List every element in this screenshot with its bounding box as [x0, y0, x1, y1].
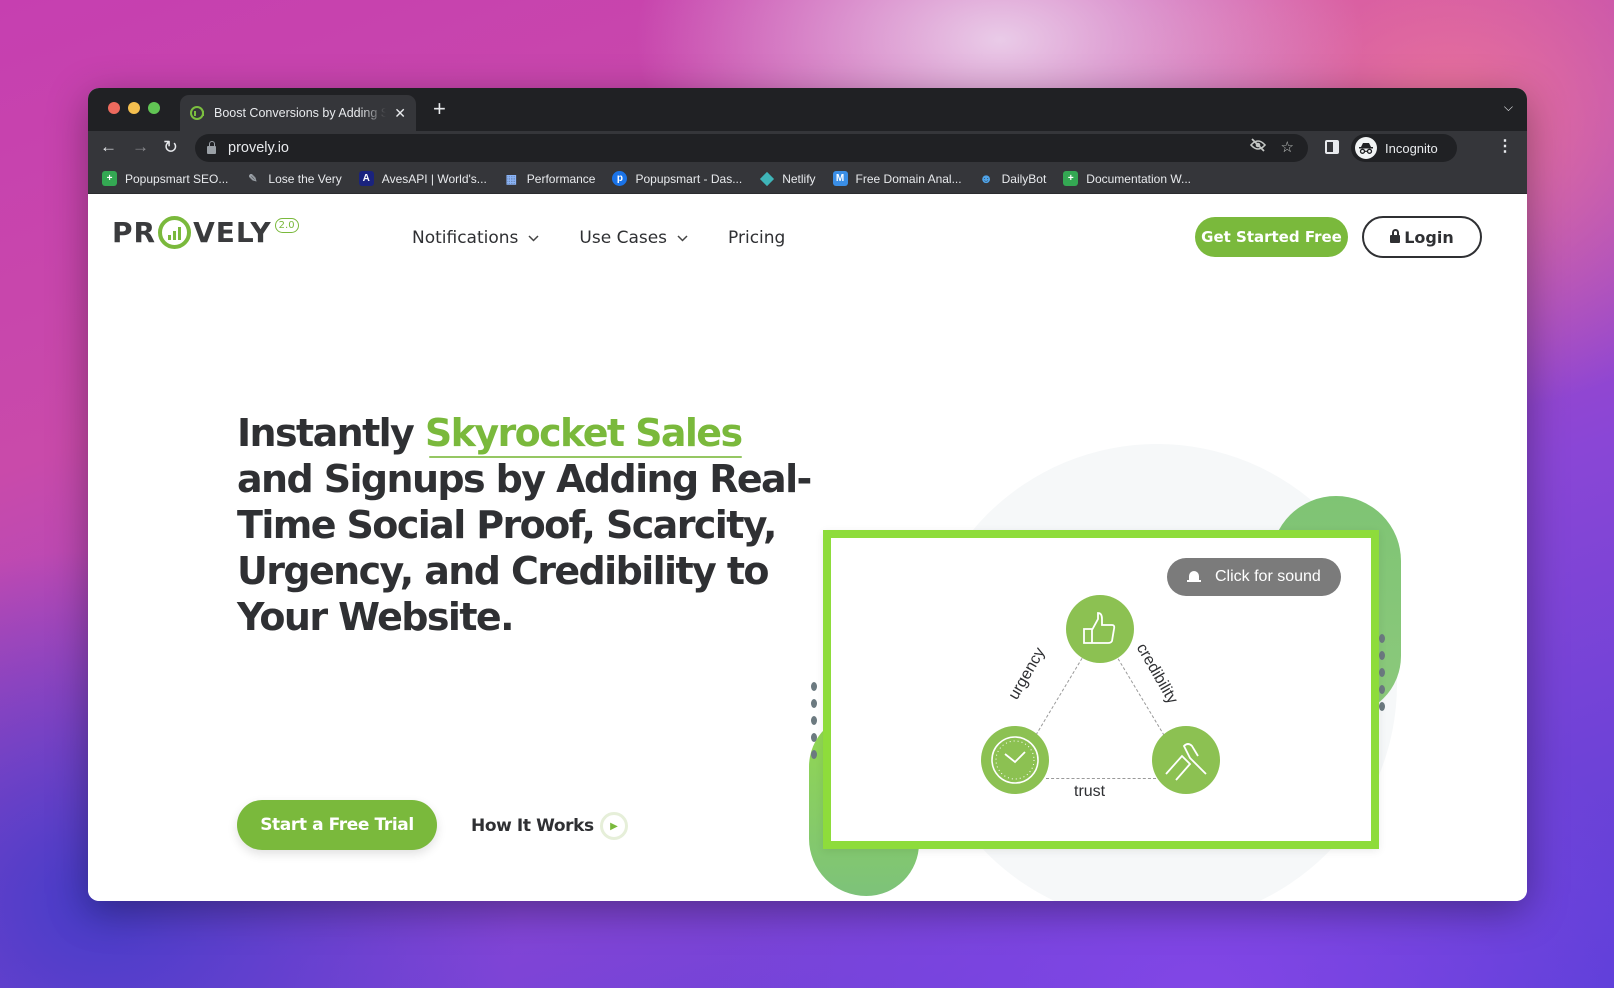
bookmark-item[interactable]: A AvesAPI | World's...: [358, 171, 487, 186]
tab-title: Boost Conversions by Adding Social Proof: [214, 106, 387, 120]
login-button[interactable]: Login: [1362, 216, 1482, 258]
diagram-edge: [1046, 778, 1156, 779]
chart-bubble-icon: [158, 216, 192, 249]
maximize-window-button[interactable]: [148, 102, 160, 114]
bell-icon: [1187, 570, 1201, 584]
pen-icon: ✎: [248, 173, 258, 185]
sheets-icon: +: [1063, 171, 1079, 186]
nav-label: Use Cases: [579, 228, 668, 248]
get-started-free-button[interactable]: Get Started Free: [1195, 217, 1348, 257]
login-label: Login: [1404, 227, 1454, 247]
netlify-icon: [759, 171, 774, 186]
bookmarks-bar: + Popupsmart SEO... ✎ Lose the Very A AvesA…: [88, 164, 1527, 194]
bookmark-item[interactable]: p Popupsmart - Das...: [612, 171, 742, 186]
demo-video-frame[interactable]: Click for sound urgency credibility trus…: [823, 530, 1379, 849]
chevron-down-icon[interactable]: ⌵: [1504, 100, 1513, 115]
eye-off-icon[interactable]: [1249, 138, 1267, 156]
bookmark-star-icon[interactable]: ☆: [1281, 138, 1294, 156]
incognito-profile-button[interactable]: Incognito: [1351, 134, 1457, 162]
tab-strip: Boost Conversions by Adding Social Proof…: [88, 88, 1527, 131]
side-panel-icon[interactable]: [1325, 140, 1339, 154]
provely-logo[interactable]: PR VELY 2.0: [112, 216, 299, 249]
thumbs-up-icon: [1066, 595, 1134, 663]
nav-use-cases[interactable]: Use Cases: [579, 228, 688, 248]
bookmark-label: Free Domain Anal...: [855, 171, 962, 186]
bookmark-label: Performance: [526, 171, 596, 186]
reload-icon[interactable]: ↻: [163, 137, 178, 157]
address-bar[interactable]: provely.io ☆: [195, 134, 1308, 162]
hero-headline: Instantly Skyrocket Sales and Signups by…: [237, 410, 817, 640]
bookmark-item[interactable]: M Free Domain Anal...: [832, 171, 962, 186]
browser-toolbar: ← → ↻ provely.io ☆ Incognito ⋮: [88, 131, 1527, 164]
bookmark-item[interactable]: ▦ Performance: [504, 171, 596, 186]
incognito-icon: [1355, 137, 1377, 159]
nav-pricing[interactable]: Pricing: [728, 228, 785, 248]
bookmark-label: DailyBot: [1001, 171, 1047, 186]
web-page: PR VELY 2.0 Notifications Use Cases Pric…: [88, 194, 1527, 901]
lock-icon: [1390, 229, 1401, 243]
nav-label: Pricing: [728, 228, 786, 248]
m-domain-icon: M: [832, 171, 848, 186]
how-it-works-label: How It Works: [471, 816, 594, 836]
bookmark-label: Popupsmart SEO...: [125, 171, 229, 186]
chevron-down-icon: [677, 232, 688, 245]
browser-window: Boost Conversions by Adding Social Proof…: [88, 88, 1527, 901]
browser-menu-icon[interactable]: ⋮: [1497, 136, 1513, 158]
nav-notifications[interactable]: Notifications: [412, 228, 539, 248]
how-it-works-link[interactable]: How It Works ▶: [471, 812, 628, 840]
bookmark-label: Documentation W...: [1086, 171, 1192, 186]
main-nav: Notifications Use Cases Pricing: [412, 228, 825, 248]
credibility-label: credibility: [1132, 640, 1181, 707]
lock-icon[interactable]: [207, 140, 216, 154]
close-window-button[interactable]: [108, 102, 120, 114]
trust-triangle-diagram: urgency credibility trust: [971, 583, 1231, 803]
sheets-icon: +: [102, 171, 117, 186]
popupsmart-icon: p: [612, 171, 628, 186]
minimize-window-button[interactable]: [128, 102, 140, 114]
bookmark-item[interactable]: ✎ Lose the Very: [245, 171, 342, 186]
version-badge: 2.0: [274, 218, 299, 233]
bookmark-label: Netlify: [782, 171, 816, 186]
provely-favicon-icon: [190, 106, 204, 120]
logo-text-left: PR: [112, 216, 157, 249]
dailybot-icon: ☻: [979, 171, 993, 186]
dots-decoration: [1379, 634, 1389, 719]
bookmark-item[interactable]: ☻ DailyBot: [979, 171, 1047, 186]
nav-label: Notifications: [412, 228, 519, 248]
forward-arrow-icon[interactable]: →: [132, 137, 149, 157]
bookmark-label: Lose the Very: [268, 171, 342, 186]
new-tab-button[interactable]: +: [433, 97, 446, 121]
close-icon[interactable]: ✕: [394, 105, 406, 122]
bookmark-item[interactable]: Netlify: [759, 171, 815, 186]
bookmark-item[interactable]: + Popupsmart SEO...: [102, 171, 228, 186]
start-free-trial-button[interactable]: Start a Free Trial: [237, 800, 437, 850]
url-text[interactable]: provely.io: [228, 140, 289, 156]
urgency-label: urgency: [1005, 644, 1049, 703]
chevron-down-icon: [528, 232, 539, 245]
performance-icon: ▦: [505, 171, 517, 186]
handshake-icon: [1152, 726, 1220, 794]
logo-text-right: VELY: [193, 216, 272, 249]
bookmark-label: Popupsmart - Das...: [635, 171, 743, 186]
play-icon: ▶: [599, 812, 628, 840]
bookmark-label: AvesAPI | World's...: [381, 171, 487, 186]
headline-text: and Signups by Adding Real-Time Social P…: [237, 457, 812, 639]
avesapi-icon: A: [358, 171, 374, 186]
trust-label: trust: [1074, 783, 1106, 800]
bookmark-item[interactable]: + Documentation W...: [1063, 171, 1191, 186]
back-arrow-icon[interactable]: ←: [100, 137, 117, 157]
incognito-label: Incognito: [1385, 140, 1438, 156]
browser-tab-active[interactable]: Boost Conversions by Adding Social Proof…: [180, 95, 416, 131]
clock-icon: [981, 726, 1049, 794]
dots-decoration: [811, 682, 821, 767]
headline-text: Instantly: [237, 411, 425, 455]
headline-highlight: Skyrocket Sales: [424, 411, 743, 455]
